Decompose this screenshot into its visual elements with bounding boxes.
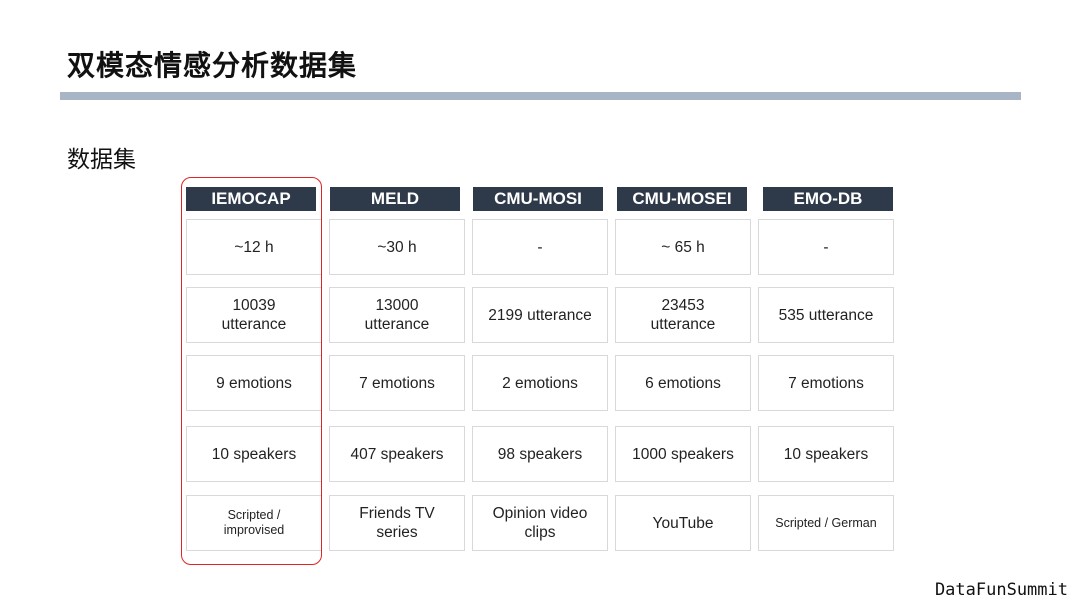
- column-header-emo-db: EMO-DB: [763, 187, 893, 211]
- table-cell: Scripted / German: [758, 495, 894, 551]
- table-cell: -: [758, 219, 894, 275]
- table-cell: 2199 utterance: [472, 287, 608, 343]
- table-cell: ~ 65 h: [615, 219, 751, 275]
- table-cell: 7 emotions: [758, 355, 894, 411]
- table-cell: 23453 utterance: [615, 287, 751, 343]
- table-cell: 6 emotions: [615, 355, 751, 411]
- section-subtitle: 数据集: [67, 147, 136, 173]
- slide-title: 双模态情感分析数据集: [67, 49, 358, 82]
- table-cell: 1000 speakers: [615, 426, 751, 482]
- table-cell: YouTube: [615, 495, 751, 551]
- table-cell: Friends TV series: [329, 495, 465, 551]
- table-cell: 535 utterance: [758, 287, 894, 343]
- table-cell: 2 emotions: [472, 355, 608, 411]
- table-cell: ~30 h: [329, 219, 465, 275]
- column-header-cmu-mosei: CMU-MOSEI: [617, 187, 747, 211]
- table-cell: Opinion video clips: [472, 495, 608, 551]
- table-cell: 7 emotions: [329, 355, 465, 411]
- column-header-meld: MELD: [330, 187, 460, 211]
- column-header-cmu-mosi: CMU-MOSI: [473, 187, 603, 211]
- highlight-frame: [181, 177, 322, 565]
- table-cell: 98 speakers: [472, 426, 608, 482]
- table-cell: 10 speakers: [758, 426, 894, 482]
- title-underline: [60, 92, 1021, 100]
- table-cell: 13000 utterance: [329, 287, 465, 343]
- table-cell: 407 speakers: [329, 426, 465, 482]
- table-cell: -: [472, 219, 608, 275]
- brand-logo-text: DataFunSummit: [934, 580, 1068, 600]
